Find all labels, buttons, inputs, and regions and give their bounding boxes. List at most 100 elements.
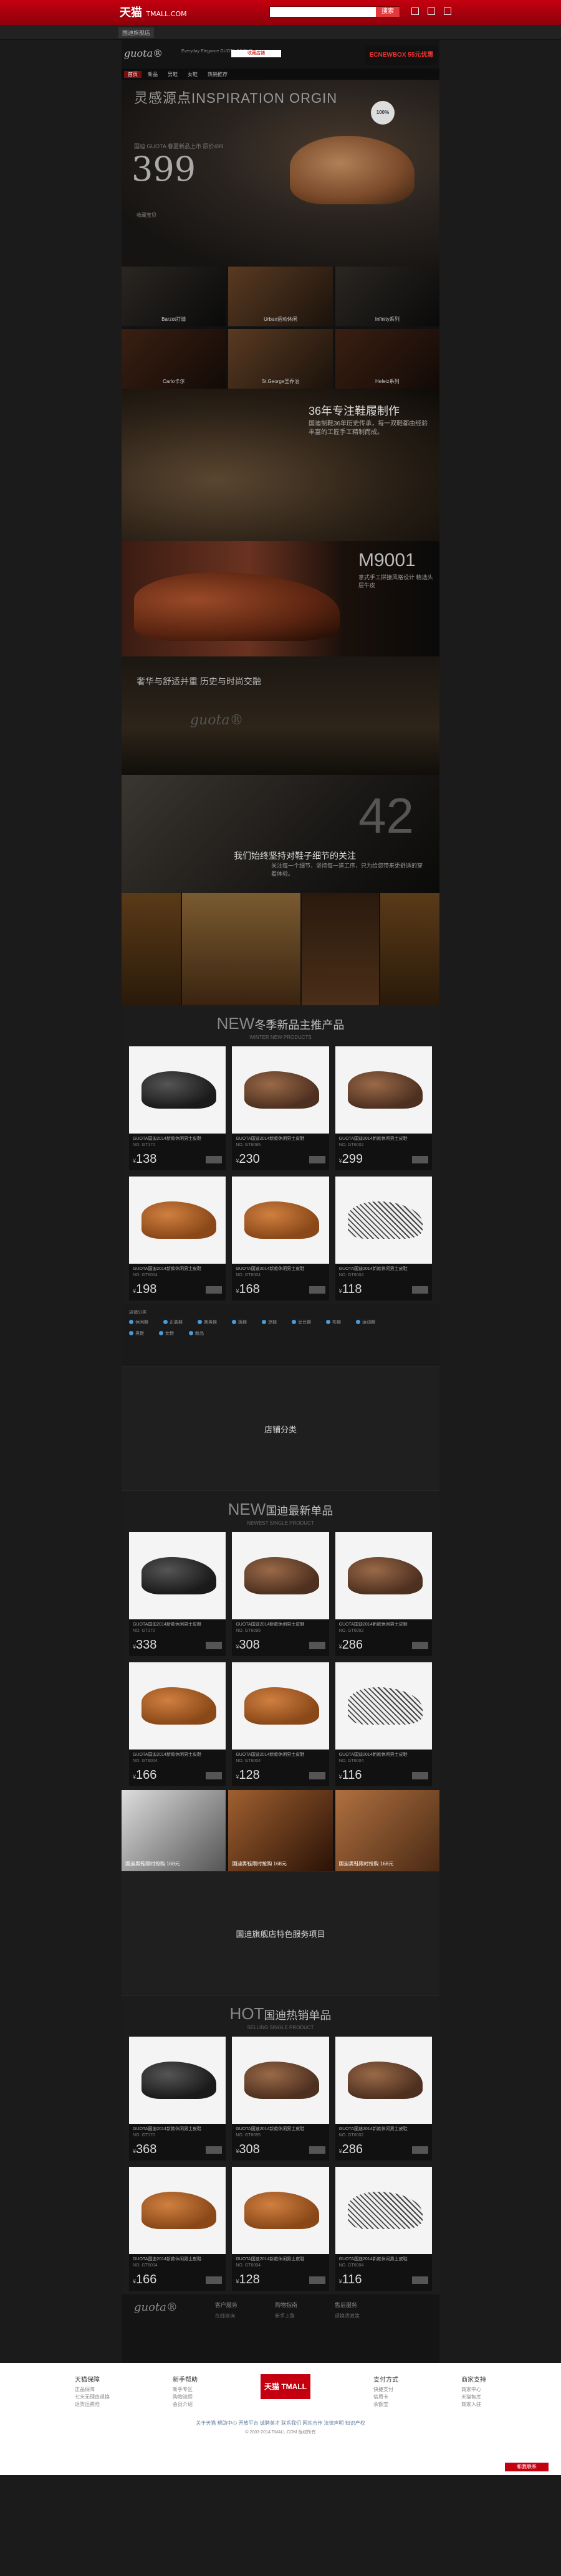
footer-link[interactable]: 购物流程 [173,2394,198,2401]
series-tile[interactable]: Hefeiz系列 [335,329,439,389]
cart-icon[interactable] [411,7,419,15]
product-card[interactable]: GUOTA国迪2014新款休闲男士皮鞋 NO. GT6004 ¥128 [232,2167,329,2291]
promo-tile[interactable]: 国迪男鞋限时抢购 168元 [335,1790,439,1871]
favorite-link[interactable]: 收藏宝贝 [137,212,156,219]
tmall-logo[interactable]: 天猫 TMALL.COM [120,4,187,20]
product-card[interactable]: GUOTA国迪2014新款休闲男士皮鞋 NO. GT6004 ¥128 [232,1662,329,1786]
product-card[interactable]: GUOTA国迪2014新款休闲男士皮鞋 NO. GT6004 ¥116 [335,1662,432,1786]
search-input[interactable] [270,7,376,17]
buy-button[interactable] [411,2276,428,2284]
product-card[interactable]: GUOTA国迪2014新款休闲男士皮鞋 NO. GT6004 ¥198 [129,1177,226,1300]
buy-button[interactable] [309,2276,325,2284]
buy-button[interactable] [206,2146,223,2154]
nav-item-new[interactable]: 新品 [144,71,161,78]
product-card[interactable]: GUOTA国迪2014新款休闲男士皮鞋 NO. GT6002 ¥286 [335,1532,432,1656]
buy-button[interactable] [309,1641,325,1649]
product-image[interactable] [129,1662,226,1750]
buy-button[interactable] [309,1771,325,1779]
promo-tile[interactable]: 国迪男鞋限时抢购 168元 [122,1790,226,1871]
footer-link[interactable]: 快捷支付 [373,2386,398,2394]
product-image[interactable] [232,2037,329,2124]
product-image[interactable] [335,1177,432,1264]
buy-button[interactable] [411,1641,428,1649]
buy-button[interactable] [411,1286,428,1294]
category-link[interactable]: 板鞋 [232,1319,247,1325]
hero-banner[interactable]: 灵感源点INSPIRATION ORGIN 国迪 GUOTA 春夏新品上市 原价… [122,80,439,267]
product-card[interactable]: GUOTA国迪2014新款休闲男士皮鞋 NO. GT6004 ¥166 [129,1662,226,1786]
product-image[interactable] [232,1177,329,1264]
buy-button[interactable] [206,1771,223,1779]
product-image[interactable] [335,1662,432,1750]
promo-banner[interactable]: ECNEWBOX 55元优惠 [365,46,438,65]
nav-item-home[interactable]: 首页 [124,70,141,78]
product-card[interactable]: GUOTA国迪2014新款休闲男士皮鞋 NO. GT6002 ¥299 [335,1046,432,1170]
category-link[interactable]: 男鞋 [129,1330,144,1337]
footer-link[interactable]: 商家入驻 [461,2401,486,2408]
promo-tile[interactable]: 国迪男鞋限时抢购 168元 [228,1790,333,1871]
product-image[interactable] [335,1532,432,1619]
product-image[interactable] [232,1046,329,1134]
category-link[interactable]: 豆豆鞋 [292,1319,311,1325]
product-card[interactable]: GUOTA国迪2014新款休闲男士皮鞋 NO. GT6004 ¥166 [129,2167,226,2291]
footer-links[interactable]: 关于天猫 帮助中心 开放平台 诚聘英才 联系我们 网站合作 法律声明 知识产权 [0,2420,561,2427]
buy-button[interactable] [309,1286,325,1294]
buy-button[interactable] [411,1771,428,1779]
brand-logo[interactable]: guota® [124,47,163,59]
series-tile[interactable]: Carlo卡尔 [122,329,226,389]
product-card[interactable]: GUOTA国迪2014新款休闲男士皮鞋 NO. GT6095 ¥230 [232,1046,329,1170]
product-image[interactable] [129,1532,226,1619]
footer-link[interactable]: 新手专区 [173,2386,198,2394]
product-image[interactable] [129,2037,226,2124]
series-tile[interactable]: Infinity系列 [335,267,439,326]
footer-link[interactable]: 天猫智库 [461,2394,486,2401]
buy-button[interactable] [411,2146,428,2154]
user-icon[interactable] [444,7,451,15]
footer-link[interactable]: 退货运费险 [75,2401,110,2408]
footer-link[interactable]: 商家中心 [461,2386,486,2394]
product-card[interactable]: GUOTA国迪2014新款休闲男士皮鞋 NO. GT6002 ¥286 [335,2037,432,2161]
product-card[interactable]: GUOTA国迪2014新款休闲男士皮鞋 NO. GT170 ¥368 [129,2037,226,2161]
category-link[interactable]: 运动鞋 [356,1319,375,1325]
product-image[interactable] [232,2167,329,2254]
category-link[interactable]: 新品 [189,1330,204,1337]
nav-item-women[interactable]: 女鞋 [184,71,201,78]
buy-button[interactable] [411,1155,428,1163]
buy-button[interactable] [206,2276,223,2284]
product-card[interactable]: GUOTA国迪2014新款休闲男士皮鞋 NO. GT6004 ¥168 [232,1177,329,1300]
category-link[interactable]: 凉鞋 [262,1319,277,1325]
product-image[interactable] [232,1532,329,1619]
product-card[interactable]: GUOTA国迪2014新款休闲男士皮鞋 NO. GT6004 ¥118 [335,1177,432,1300]
footer-col-link[interactable]: 退换货政策 [335,2313,360,2319]
product-image[interactable] [129,2167,226,2254]
chat-button[interactable]: 和我联系 [505,2463,549,2471]
buy-button[interactable] [309,1155,325,1163]
footer-link[interactable]: 七天无理由退换 [75,2394,110,2401]
sole-banner[interactable]: 42 我们始终坚持对鞋子细节的关注 关注每一个细节，坚持每一道工序，只为给您带来… [122,775,439,893]
buy-button[interactable] [206,1286,223,1294]
m9001-banner[interactable]: M9001 意式手工拼接风格设计 精选头层牛皮 [122,541,439,656]
category-link[interactable]: 休闲鞋 [129,1319,148,1325]
product-image[interactable] [129,1046,226,1134]
nav-item-men[interactable]: 男鞋 [164,71,181,78]
product-image[interactable] [335,2037,432,2124]
series-tile[interactable]: St.George圣乔治 [228,329,333,389]
search-button[interactable]: 搜索 [376,7,400,17]
footer-col-link[interactable]: 新手上路 [275,2313,297,2319]
footer-col-link[interactable]: 在线咨询 [215,2313,237,2319]
nav-item-hot[interactable]: 热销推荐 [204,71,231,78]
footer-link[interactable]: 信用卡 [373,2394,398,2401]
category-link[interactable]: 商务鞋 [198,1319,217,1325]
buy-button[interactable] [206,1155,223,1163]
category-link[interactable]: 正装鞋 [163,1319,183,1325]
series-tile[interactable]: Urban运动休闲 [228,267,333,326]
footer-link[interactable]: 正品保障 [75,2386,110,2394]
product-image[interactable] [129,1177,226,1264]
product-card[interactable]: GUOTA国迪2014新款休闲男士皮鞋 NO. GT170 ¥138 [129,1046,226,1170]
favorite-icon[interactable] [428,7,435,15]
footer-link[interactable]: 余额宝 [373,2401,398,2408]
product-card[interactable]: GUOTA国迪2014新款休闲男士皮鞋 NO. GT170 ¥338 [129,1532,226,1656]
category-link[interactable]: 布鞋 [326,1319,341,1325]
product-card[interactable]: GUOTA国迪2014新款休闲男士皮鞋 NO. GT6004 ¥116 [335,2167,432,2291]
product-image[interactable] [335,2167,432,2254]
product-card[interactable]: GUOTA国迪2014新款休闲男士皮鞋 NO. GT6095 ¥308 [232,1532,329,1656]
